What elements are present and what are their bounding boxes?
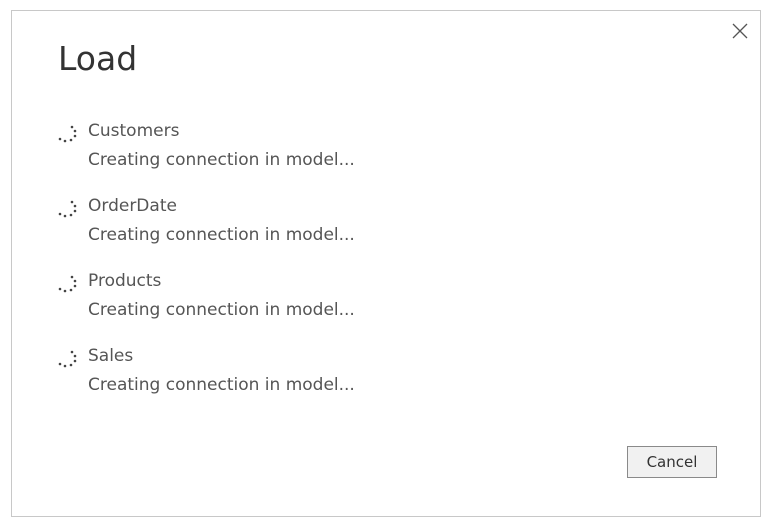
loading-spinner-icon	[58, 275, 77, 293]
item-name: Products	[88, 271, 162, 291]
item-status: Creating connection in model...	[88, 150, 355, 170]
item-status: Creating connection in model...	[88, 225, 355, 245]
loading-spinner-icon	[58, 125, 77, 143]
loading-spinner-icon	[58, 350, 77, 368]
item-name: Customers	[88, 121, 180, 141]
loading-spinner-icon	[58, 200, 77, 218]
item-status: Creating connection in model...	[88, 375, 355, 395]
close-icon[interactable]	[730, 21, 750, 41]
item-name: OrderDate	[88, 196, 177, 216]
item-status: Creating connection in model...	[88, 300, 355, 320]
load-dialog: Load Customers Creating connection in mod…	[11, 10, 761, 517]
cancel-button[interactable]: Cancel	[627, 446, 717, 478]
dialog-title: Load	[58, 39, 138, 78]
item-name: Sales	[88, 346, 134, 366]
